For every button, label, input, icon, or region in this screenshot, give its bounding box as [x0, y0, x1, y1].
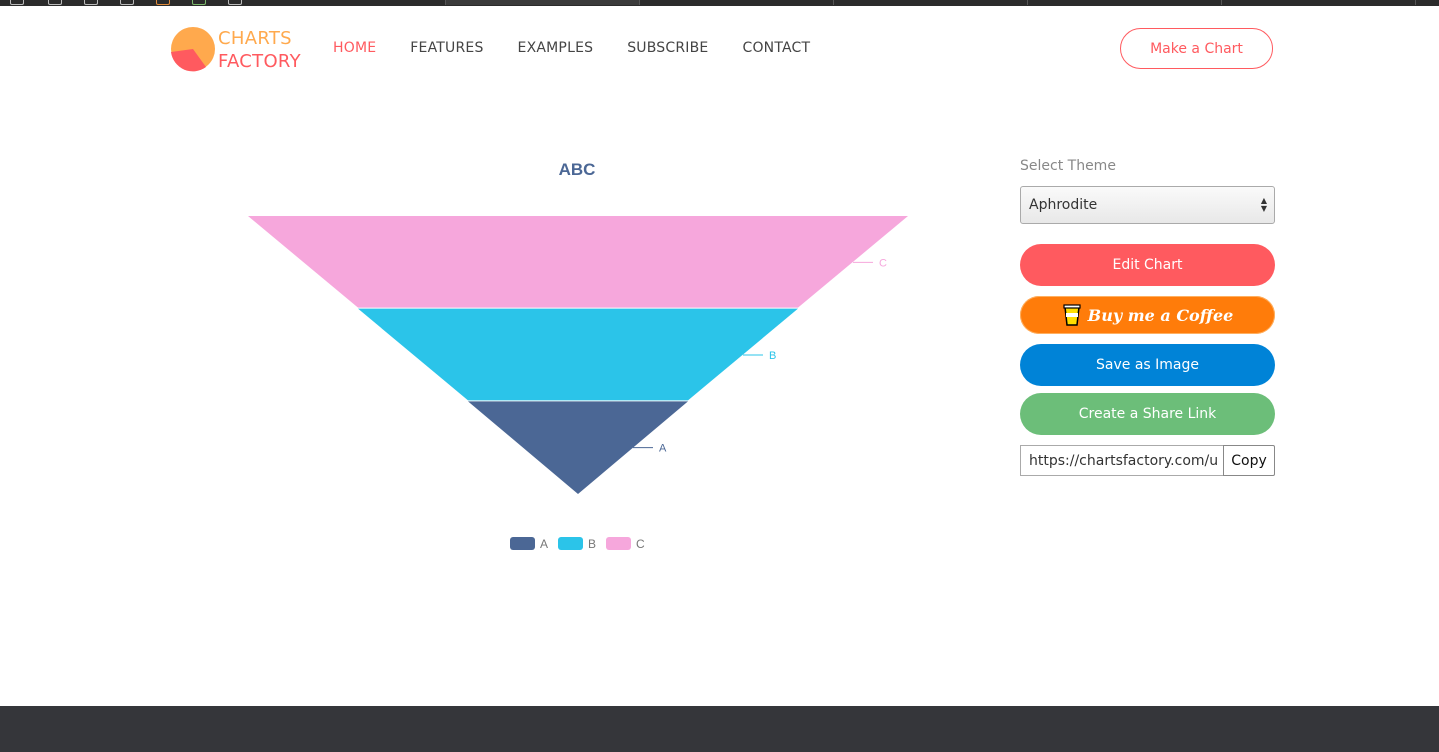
funnel-slice-a — [468, 401, 688, 494]
share-link-row: https://chartsfactory.com/u Copy — [1020, 445, 1275, 476]
theme-select[interactable]: Aphrodite ▲ ▼ — [1020, 186, 1275, 224]
browser-tab-active[interactable] — [446, 0, 640, 5]
main-nav: HOME FEATURES EXAMPLES SUBSCRIBE CONTACT — [333, 40, 844, 56]
funnel-slice-c — [248, 216, 908, 308]
chart-options-panel: Select Theme Aphrodite ▲ ▼ Edit Chart Buy… — [1020, 158, 1275, 476]
logo-text-line1: CHARTS — [218, 28, 292, 49]
funnel-chart-svg: ABCCBAA B C — [248, 160, 908, 551]
toolbar-icon[interactable] — [10, 0, 24, 5]
nav-subscribe[interactable]: SUBSCRIBE — [627, 40, 708, 56]
select-arrows-icon: ▲ ▼ — [1260, 196, 1267, 213]
browser-tab[interactable] — [250, 0, 446, 5]
site-footer — [0, 706, 1439, 752]
select-theme-label: Select Theme — [1020, 158, 1116, 174]
legend-swatch-b — [558, 537, 583, 550]
coffee-label: Buy me a Coffee — [1087, 305, 1234, 325]
funnel-label-c: C — [879, 257, 887, 269]
nav-examples[interactable]: EXAMPLES — [518, 40, 594, 56]
share-url-field[interactable]: https://chartsfactory.com/u — [1020, 445, 1223, 476]
legend-swatch-c — [606, 537, 631, 550]
toolbar-icon[interactable] — [120, 0, 134, 5]
chart-title: ABC — [559, 160, 596, 179]
toolbar-icon[interactable] — [228, 0, 242, 5]
coffee-cup-icon — [1063, 304, 1081, 326]
toolbar-icon[interactable] — [48, 0, 62, 5]
save-as-image-button[interactable]: Save as Image — [1020, 344, 1275, 386]
create-share-link-button[interactable]: Create a Share Link — [1020, 393, 1275, 435]
site-header: CHARTS FACTORY HOME FEATURES EXAMPLES SU… — [0, 6, 1439, 92]
toolbar-icon[interactable] — [192, 0, 206, 5]
toolbar-icon[interactable] — [84, 0, 98, 5]
legend-label-a: A — [540, 537, 548, 551]
logo-text-line2: FACTORY — [218, 51, 301, 72]
legend-label-c: C — [636, 537, 645, 551]
charts-factory-logo[interactable]: CHARTS FACTORY — [170, 26, 310, 74]
buy-me-a-coffee-button[interactable]: Buy me a Coffee — [1020, 296, 1275, 334]
copy-button[interactable]: Copy — [1223, 445, 1275, 476]
nav-home[interactable]: HOME — [333, 40, 376, 56]
funnel-label-a: A — [659, 443, 667, 455]
funnel-slice-b — [358, 308, 798, 401]
legend-label-b: B — [588, 537, 596, 551]
browser-tab[interactable] — [1028, 0, 1222, 5]
nav-contact[interactable]: CONTACT — [742, 40, 810, 56]
make-a-chart-button[interactable]: Make a Chart — [1120, 28, 1273, 69]
pie-logo-icon — [171, 27, 215, 72]
browser-tab[interactable] — [640, 0, 834, 5]
browser-tab[interactable] — [1222, 0, 1416, 5]
nav-features[interactable]: FEATURES — [410, 40, 483, 56]
funnel-chart: ABC C B A A B C — [150, 140, 1010, 580]
legend-swatch-a — [510, 537, 535, 550]
funnel-label-b: B — [769, 350, 776, 362]
theme-select-value: Aphrodite — [1029, 197, 1098, 213]
edit-chart-button[interactable]: Edit Chart — [1020, 244, 1275, 286]
toolbar-icon[interactable] — [156, 0, 170, 5]
browser-tab[interactable] — [834, 0, 1028, 5]
